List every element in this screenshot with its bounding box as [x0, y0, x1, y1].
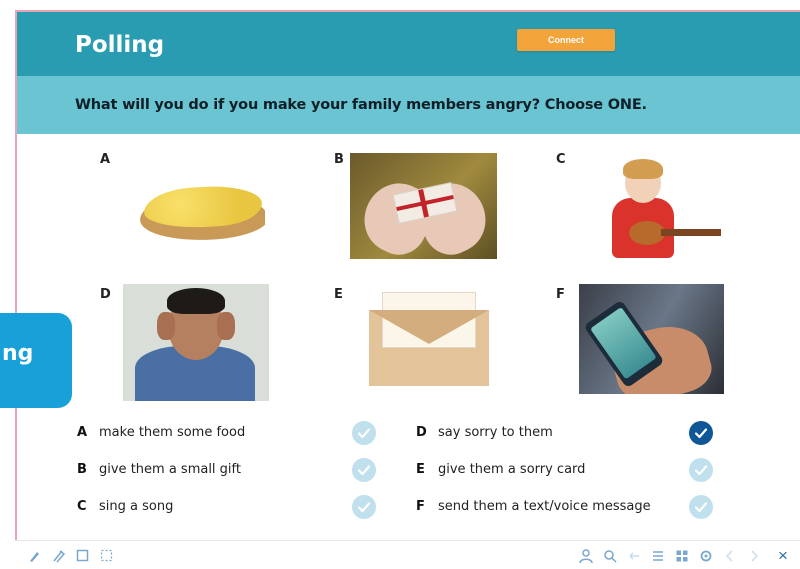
option-letter-b: B [77, 462, 87, 477]
side-tab[interactable]: ng [0, 313, 72, 408]
bottom-toolbar: × [15, 540, 800, 569]
check-icon [694, 428, 708, 439]
option-d-check-button[interactable] [689, 421, 713, 445]
option-a-check-button[interactable] [352, 421, 376, 445]
sorry-card-image: I am sorry [369, 284, 490, 389]
shape-icon[interactable] [75, 548, 91, 564]
option-text-b: give them a small gift [99, 462, 241, 477]
prev-icon[interactable] [722, 548, 738, 564]
option-letter-a: A [77, 425, 88, 440]
picture-letter-d: D [100, 287, 111, 302]
connect-button[interactable]: Connect [517, 29, 615, 51]
polling-frame: Polling Connect What will you do if you … [15, 10, 800, 560]
option-text-f: send them a text/voice message [438, 499, 651, 514]
page-title: Polling [75, 32, 165, 58]
person-icon[interactable] [578, 548, 594, 564]
menu-icon[interactable] [650, 548, 666, 564]
check-icon [694, 465, 708, 476]
option-letter-c: C [77, 499, 87, 514]
option-text-c: sing a song [99, 499, 174, 514]
highlighter-icon[interactable] [51, 548, 67, 564]
option-e-check-button[interactable] [689, 458, 713, 482]
option-letter-f: F [416, 499, 425, 514]
option-b-check-button[interactable] [352, 458, 376, 482]
next-icon[interactable] [746, 548, 762, 564]
check-icon [357, 465, 371, 476]
option-letter-d: D [416, 425, 427, 440]
side-tab-label: ng [2, 341, 34, 366]
settings-icon[interactable] [698, 548, 714, 564]
back-icon[interactable] [626, 548, 642, 564]
option-text-a: make them some food [99, 425, 246, 440]
search-icon[interactable] [602, 548, 618, 564]
picture-letter-c: C [556, 152, 566, 167]
picture-letter-b: B [334, 152, 344, 167]
option-text-e: give them a sorry card [438, 462, 586, 477]
ukulele-boy-image [587, 153, 727, 263]
pen-icon[interactable] [27, 548, 43, 564]
question-text: What will you do if you make your family… [75, 97, 647, 113]
option-text-d: say sorry to them [438, 425, 553, 440]
phone-message-image [579, 284, 724, 394]
question-bar: What will you do if you make your family… [17, 76, 800, 134]
option-c-check-button[interactable] [352, 495, 376, 519]
header-bar: Polling Connect [17, 12, 800, 76]
grid-icon[interactable] [674, 548, 690, 564]
picture-letter-a: A [100, 152, 111, 167]
toast-image [130, 182, 265, 242]
boy-covering-ears-image [123, 284, 269, 401]
option-f-check-button[interactable] [689, 495, 713, 519]
check-icon [694, 502, 708, 513]
close-icon[interactable]: × [775, 547, 791, 564]
option-letter-e: E [416, 462, 425, 477]
picture-letter-f: F [556, 287, 565, 302]
check-icon [357, 428, 371, 439]
select-icon[interactable] [99, 548, 115, 564]
check-icon [357, 502, 371, 513]
picture-letter-e: E [334, 287, 343, 302]
gift-image [350, 153, 497, 259]
